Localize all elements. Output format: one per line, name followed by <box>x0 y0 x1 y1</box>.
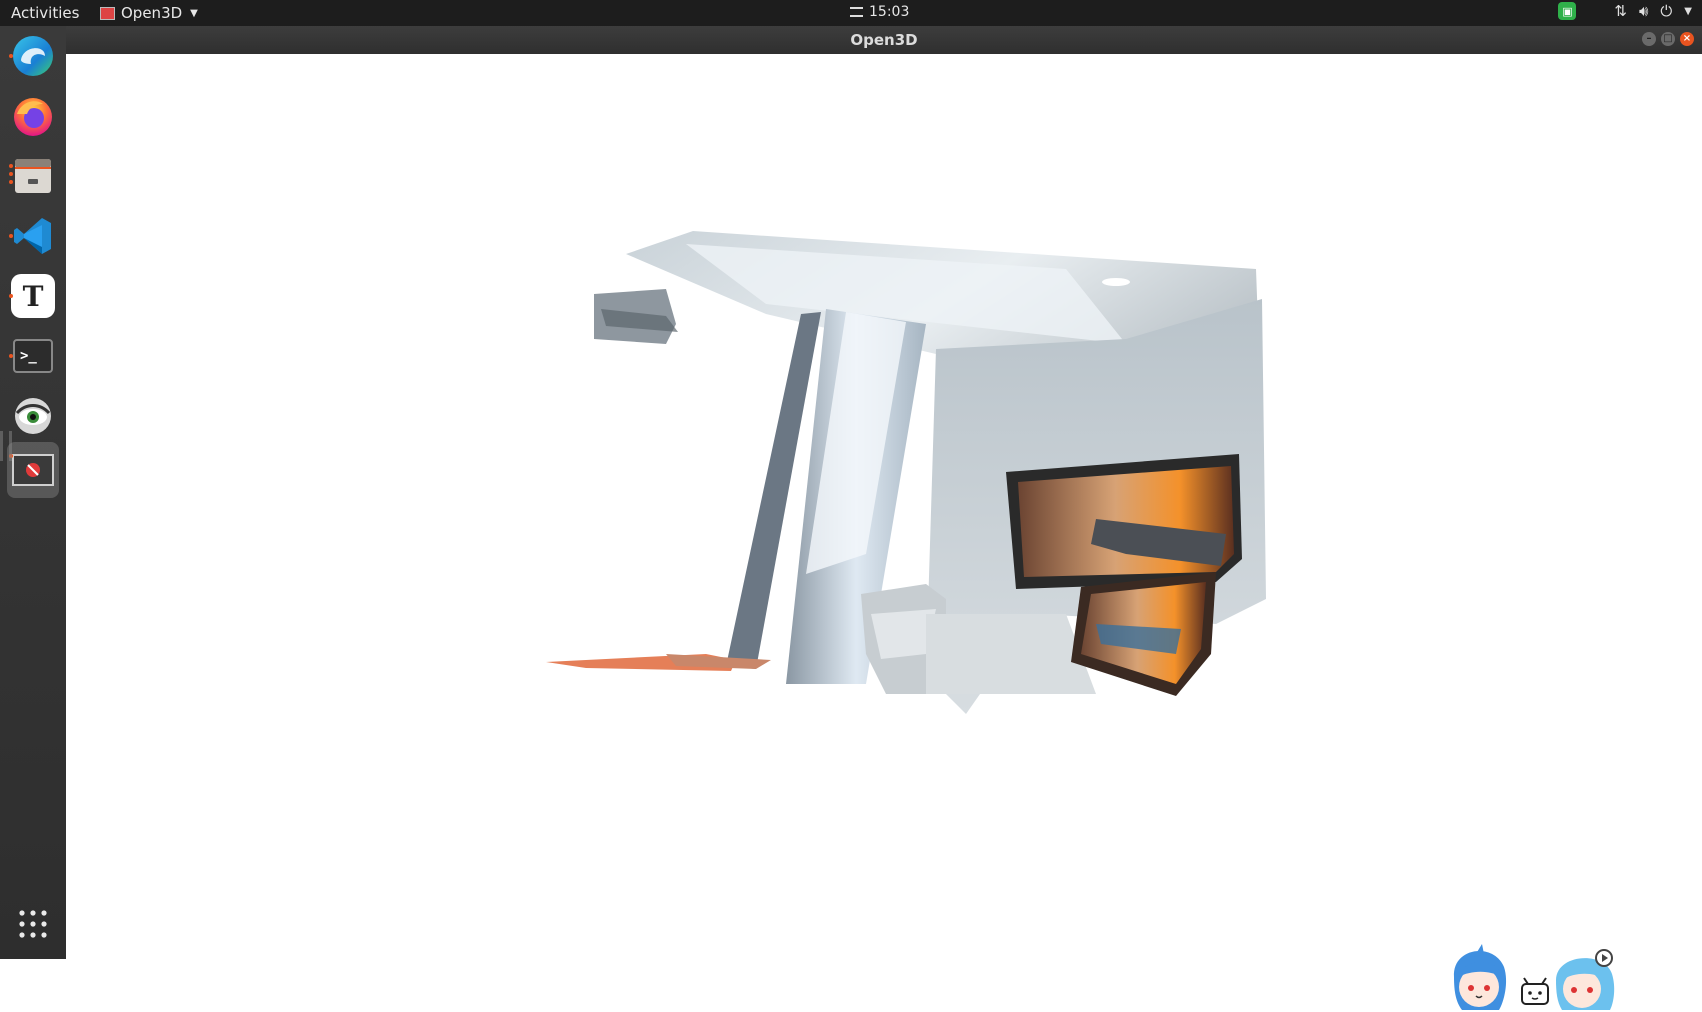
notification-icon <box>850 7 863 17</box>
clock[interactable]: 15:03 <box>850 4 909 20</box>
dock: T >_ <box>0 26 67 959</box>
show-apps-icon <box>19 910 47 938</box>
dock-item-firefox[interactable] <box>7 90 59 142</box>
window-titlebar[interactable]: Open3D – □ × <box>66 26 1702 54</box>
dock-item-typora[interactable]: T <box>7 270 59 322</box>
eye-app-icon <box>15 398 51 434</box>
edge-icon <box>13 36 53 76</box>
close-button[interactable]: × <box>1680 32 1694 46</box>
typora-icon: T <box>11 274 55 318</box>
activities-button[interactable]: Activities <box>11 4 79 22</box>
running-indicator <box>9 354 13 358</box>
running-indicator <box>9 294 13 298</box>
firefox-icon <box>14 98 52 136</box>
clock-time: 15:03 <box>869 4 910 20</box>
3d-viewport[interactable] <box>66 54 1702 1010</box>
mascot-sticker-icon <box>1453 944 1615 1010</box>
running-indicator <box>9 180 13 184</box>
open3d-window: Open3D – □ × <box>66 26 1702 1010</box>
terminal-icon: >_ <box>13 339 53 373</box>
running-indicator <box>9 54 13 58</box>
app-menu-label: Open3D <box>121 4 183 22</box>
vscode-icon <box>14 218 51 254</box>
running-indicator <box>9 234 13 238</box>
dock-item-vscode[interactable] <box>7 210 59 262</box>
running-indicator <box>9 164 13 168</box>
system-tray[interactable]: ▣ ⇅ 🔊︎ ⏻ ▼ <box>1558 2 1692 20</box>
chevron-down-icon[interactable]: ▼ <box>1684 6 1692 17</box>
chevron-down-icon: ▼ <box>190 7 198 19</box>
app-menu[interactable]: Open3D ▼ <box>100 4 198 22</box>
files-icon <box>15 159 51 193</box>
dock-item-viewer[interactable] <box>7 390 59 442</box>
window-title: Open3D <box>850 31 918 49</box>
maximize-button[interactable]: □ <box>1661 32 1675 46</box>
dock-grip <box>0 431 12 461</box>
show-apps-button[interactable] <box>7 898 59 950</box>
volume-icon[interactable]: 🔊︎ <box>1639 2 1648 20</box>
top-bar: Activities Open3D ▼ 15:03 ▣ ⇅ 🔊︎ ⏻ ▼ <box>0 0 1702 26</box>
window-controls: – □ × <box>1642 32 1694 46</box>
running-indicator <box>9 172 13 176</box>
open3d-window-icon <box>12 454 54 486</box>
point-cloud-render[interactable] <box>66 54 1702 959</box>
power-icon[interactable]: ⏻ <box>1660 2 1672 20</box>
open3d-app-icon <box>100 6 115 20</box>
minimize-button[interactable]: – <box>1642 32 1656 46</box>
network-icon[interactable]: ⇅ <box>1614 2 1627 20</box>
dock-item-edge[interactable] <box>7 30 59 82</box>
dock-item-files[interactable] <box>7 150 59 202</box>
dock-item-open3d[interactable] <box>7 442 59 498</box>
screen-share-icon[interactable]: ▣ <box>1558 2 1577 20</box>
dock-item-terminal[interactable]: >_ <box>7 330 59 382</box>
